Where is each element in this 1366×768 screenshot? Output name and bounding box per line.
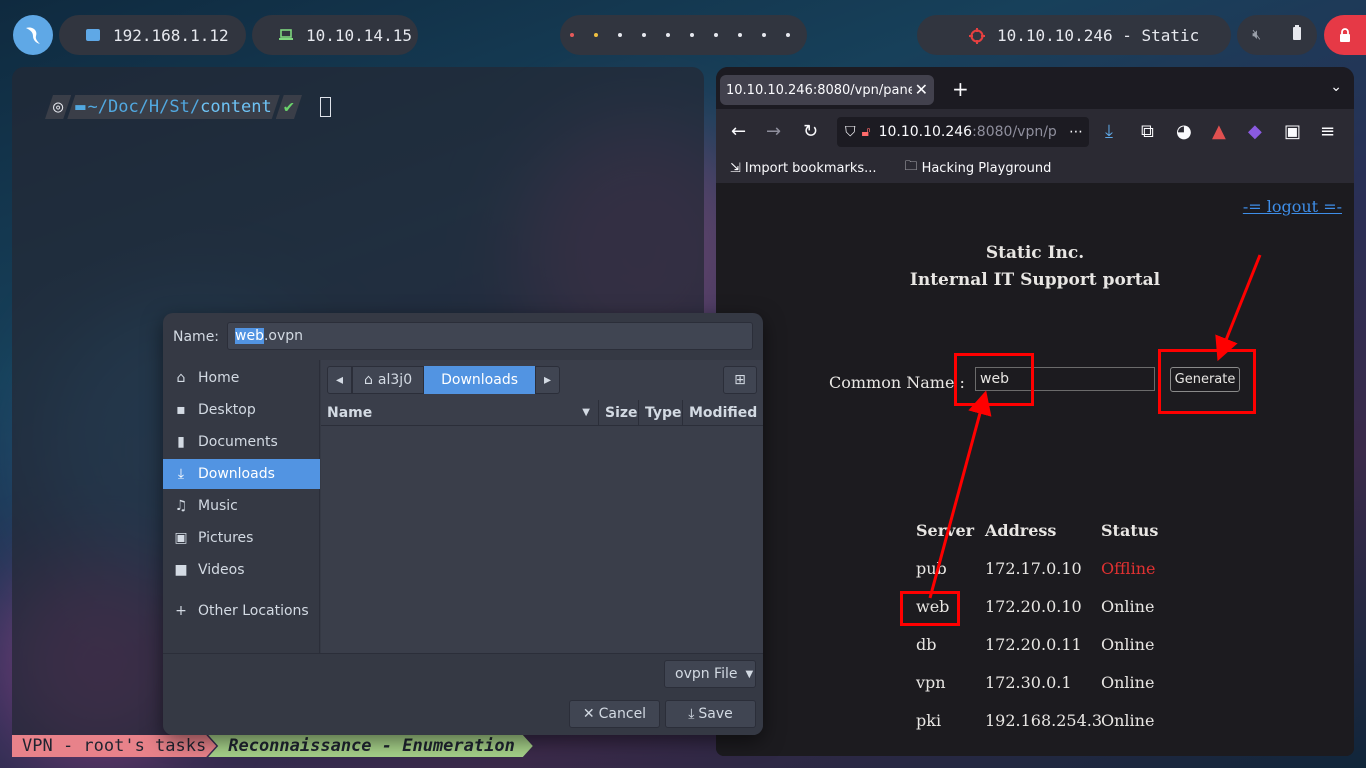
sidebar-item-downloads[interactable]: ⤓ Downloads: [163, 459, 320, 489]
chevron-down-icon: ▼: [745, 668, 754, 680]
col-name-label: Name: [327, 404, 373, 421]
sidebar-item-home[interactable]: ⌂ Home: [163, 363, 320, 393]
plus-icon: +: [175, 603, 187, 619]
filter-label: ovpn File: [675, 666, 738, 682]
save-file-dialog: Name: web .ovpn ⌂ Home ▪ Desktop ▮ Documents…: [163, 313, 763, 735]
sidebar-item-music[interactable]: ♫ Music: [163, 491, 320, 521]
home-icon: ⌂: [176, 370, 186, 386]
file-type-filter[interactable]: ovpn File ▼: [664, 660, 756, 688]
sidebar-item-other-locations[interactable]: + Other Locations: [163, 596, 320, 626]
filename-label: Name:: [173, 329, 220, 345]
dialog-footer: ovpn File ▼ ✕ Cancel ⤓ Save: [163, 653, 763, 735]
sidebar-item-documents[interactable]: ▮ Documents: [163, 427, 320, 457]
picture-icon: ▣: [174, 530, 188, 546]
sidebar-item-videos[interactable]: ■ Videos: [163, 555, 320, 585]
crumb-downloads[interactable]: Downloads: [424, 366, 535, 394]
sidebar-item-label: Desktop: [198, 402, 256, 418]
col-size-label: Size: [605, 404, 638, 421]
sidebar-item-label: Documents: [198, 434, 278, 450]
sort-down-icon: ▼: [582, 407, 590, 418]
col-size[interactable]: Size: [599, 399, 639, 426]
sidebar-item-label: Videos: [198, 562, 245, 578]
sidebar-item-label: Pictures: [198, 530, 254, 546]
save-label: Save: [698, 706, 733, 722]
path-forward-icon[interactable]: ▸: [535, 366, 561, 394]
path-bar: ◂ ⌂ al3j0 Downloads ▸: [327, 366, 561, 394]
download-icon: ⤓: [177, 466, 185, 482]
crumb-home[interactable]: ⌂ al3j0: [352, 366, 425, 394]
sidebar-item-pictures[interactable]: ▣ Pictures: [163, 523, 320, 553]
file-browser: ◂ ⌂ al3j0 Downloads ▸ ⊞ Name ▼ Size Type M…: [321, 360, 763, 653]
filename-selected-text: web: [235, 328, 264, 344]
cancel-button[interactable]: ✕ Cancel: [569, 700, 660, 728]
col-type-label: Type: [645, 404, 682, 421]
sidebar-item-label: Other Locations: [198, 603, 309, 619]
close-icon: ✕: [582, 706, 595, 722]
col-modified-label: Modified: [689, 404, 758, 421]
new-folder-button[interactable]: ⊞: [723, 366, 757, 394]
crumb-label: al3j0: [377, 372, 413, 388]
file-list-header: Name ▼ Size Type Modified: [321, 399, 763, 426]
video-icon: ■: [174, 562, 188, 578]
filename-extension: .ovpn: [263, 328, 304, 344]
places-sidebar: ⌂ Home ▪ Desktop ▮ Documents ⤓ Downloads ♫ Mu…: [163, 360, 320, 653]
path-back-icon[interactable]: ◂: [327, 366, 353, 394]
desktop-icon: ▪: [176, 402, 186, 418]
col-name[interactable]: Name ▼: [321, 399, 599, 426]
save-icon: ⤓: [688, 706, 695, 722]
document-icon: ▮: [177, 434, 185, 450]
sidebar-item-label: Music: [198, 498, 238, 514]
sidebar-item-desktop[interactable]: ▪ Desktop: [163, 395, 320, 425]
filename-input[interactable]: web .ovpn: [227, 322, 753, 350]
col-modified[interactable]: Modified: [683, 400, 763, 426]
sidebar-item-label: Downloads: [198, 466, 275, 482]
crumb-label: Downloads: [441, 372, 518, 388]
home-icon: ⌂: [364, 372, 373, 388]
col-type[interactable]: Type: [639, 399, 683, 426]
save-button[interactable]: ⤓ Save: [665, 700, 756, 728]
cancel-label: Cancel: [598, 706, 647, 722]
sidebar-item-label: Home: [198, 370, 240, 386]
music-icon: ♫: [174, 498, 188, 514]
new-folder-icon: ⊞: [734, 372, 746, 388]
